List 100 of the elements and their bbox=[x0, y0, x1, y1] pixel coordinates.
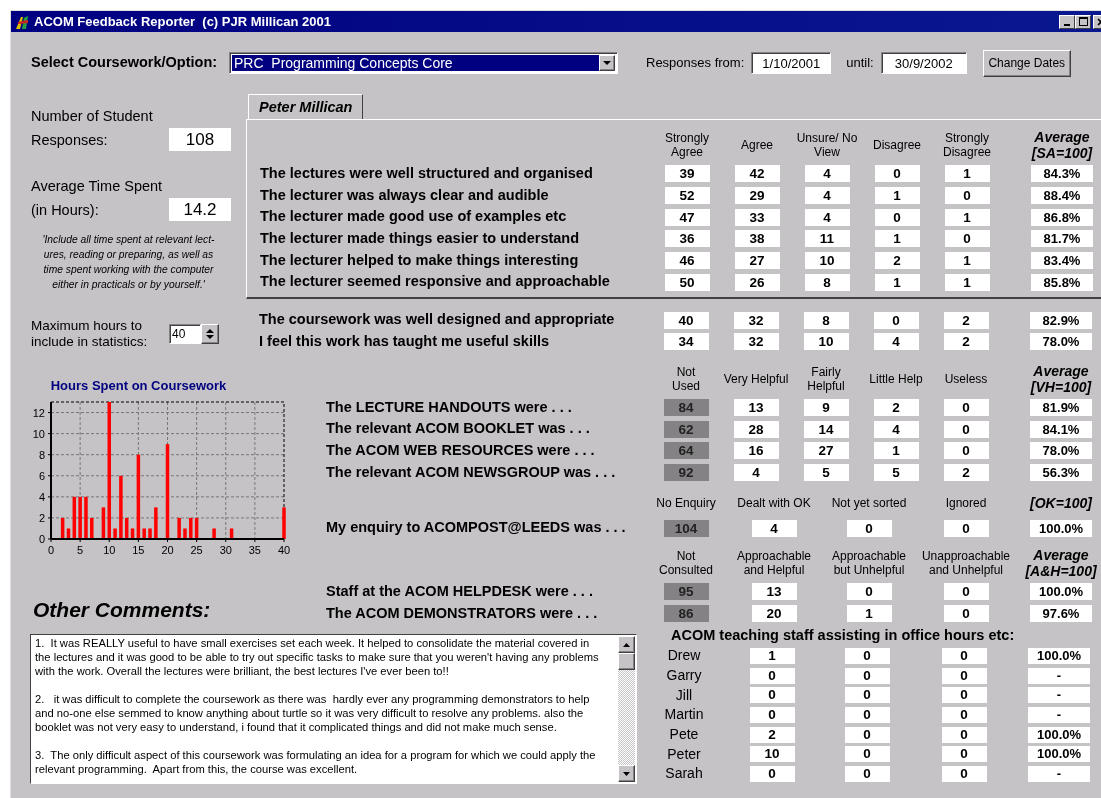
scrollbar[interactable] bbox=[618, 636, 635, 783]
staff-name: Peter bbox=[666, 744, 702, 764]
minimize-button[interactable] bbox=[1059, 14, 1075, 29]
column-header: Strongly Disagree bbox=[943, 131, 991, 159]
count-cell: 0 bbox=[941, 746, 987, 763]
count-cell: 9 bbox=[803, 398, 849, 416]
scroll-thumb[interactable] bbox=[618, 653, 635, 671]
count-cell: 46 bbox=[664, 252, 710, 270]
tick-label: 0 bbox=[38, 533, 45, 545]
count-cell: 42 bbox=[734, 165, 780, 183]
bar bbox=[212, 528, 216, 539]
count-cell: 5 bbox=[803, 463, 849, 481]
count-cell: 0 bbox=[844, 647, 890, 664]
count-cell: 1 bbox=[874, 187, 920, 205]
column-header: Useless bbox=[944, 371, 988, 386]
bar bbox=[282, 507, 286, 539]
count-cell: 34 bbox=[663, 333, 709, 351]
count-cell: 64 bbox=[663, 442, 709, 460]
column-header: Approachable but Unhelpful bbox=[831, 548, 907, 577]
count-cell: 1 bbox=[846, 605, 892, 622]
field-label: Responses from: bbox=[646, 54, 745, 73]
count-cell: 0 bbox=[874, 208, 920, 226]
average-cell: 82.9% bbox=[1030, 311, 1092, 329]
count-cell: 39 bbox=[664, 165, 710, 183]
tick-label: 4 bbox=[38, 490, 45, 503]
count-cell: 0 bbox=[941, 726, 987, 743]
count-cell: 2 bbox=[874, 252, 920, 270]
stat-value: 108 bbox=[169, 128, 231, 151]
maximize-icon bbox=[1078, 17, 1088, 26]
average-cell: - bbox=[1028, 687, 1090, 704]
bar bbox=[113, 528, 117, 539]
column-header: Fairly Helpful bbox=[807, 364, 845, 393]
count-cell: 2 bbox=[873, 398, 919, 416]
caret-icon bbox=[603, 60, 611, 66]
bar bbox=[154, 507, 158, 539]
scroll-up-button[interactable] bbox=[618, 636, 635, 654]
column-header: Not Used bbox=[672, 364, 700, 393]
date-field[interactable]: 30/9/2002 bbox=[880, 52, 967, 74]
change-dates-button[interactable]: Change Dates bbox=[982, 49, 1071, 77]
count-cell: 0 bbox=[844, 726, 890, 743]
up-down-icon bbox=[206, 328, 214, 340]
tab[interactable]: Peter Millican bbox=[248, 94, 364, 119]
count-cell: 0 bbox=[943, 398, 989, 416]
count-cell: 47 bbox=[664, 208, 710, 226]
average-cell: 81.7% bbox=[1031, 230, 1093, 248]
app-icon bbox=[14, 13, 30, 30]
course-dropdown[interactable]: PRC Programming Concepts Core bbox=[229, 52, 618, 74]
count-cell: 0 bbox=[749, 765, 795, 782]
column-header: Very Helpful bbox=[723, 371, 789, 386]
count-cell: 0 bbox=[943, 442, 989, 460]
staff-name: Jill bbox=[674, 685, 694, 705]
tick-label: 0 bbox=[47, 544, 55, 556]
window-title: ACOM Feedback Reporter (c) PJR Millican 2001 bbox=[34, 12, 331, 31]
count-cell: 86 bbox=[663, 605, 709, 622]
column-header: No Enquiry bbox=[656, 496, 716, 511]
count-cell: 0 bbox=[844, 746, 890, 763]
average-cell: 88.4% bbox=[1031, 187, 1093, 205]
column-header: Strongly Agree bbox=[665, 131, 709, 159]
average-cell: 86.8% bbox=[1031, 208, 1093, 226]
count-cell: 0 bbox=[944, 187, 990, 205]
count-cell: 84 bbox=[663, 398, 709, 416]
count-cell: 0 bbox=[944, 230, 990, 248]
column-header: Average [A&H=100] bbox=[1025, 546, 1097, 579]
count-cell: 104 bbox=[663, 519, 709, 537]
count-cell: 0 bbox=[844, 706, 890, 723]
chart-title: Hours Spent on Coursework bbox=[49, 378, 228, 394]
tick-label: 5 bbox=[77, 544, 84, 556]
count-cell: 0 bbox=[846, 583, 892, 601]
average-cell: 84.1% bbox=[1030, 420, 1092, 438]
staff-name: Drew bbox=[666, 646, 702, 666]
count-cell: 32 bbox=[733, 311, 779, 329]
date-field[interactable]: 1/10/2001 bbox=[751, 52, 832, 74]
scroll-down-button[interactable] bbox=[618, 765, 635, 783]
tick-label: 15 bbox=[132, 544, 145, 556]
count-cell: 5 bbox=[873, 463, 919, 481]
tick-label: 40 bbox=[277, 544, 291, 556]
average-cell: 100.0% bbox=[1028, 726, 1090, 743]
up-arrow-icon bbox=[623, 642, 630, 647]
field-label: Maximum hours to include in statistics: bbox=[31, 318, 149, 350]
statement-label: Staff at the ACOM HELPDESK were . . . bbox=[326, 581, 593, 601]
spin-button[interactable] bbox=[201, 324, 219, 344]
dropdown-button[interactable] bbox=[599, 55, 615, 71]
bar bbox=[90, 517, 94, 539]
count-cell: 27 bbox=[734, 252, 780, 270]
statement-label: The lecturer helped to make things interesting bbox=[260, 250, 580, 270]
average-cell: - bbox=[1028, 667, 1090, 684]
statement-label: The lecturer was always clear and audible bbox=[260, 185, 550, 205]
average-cell: 100.0% bbox=[1028, 647, 1090, 664]
average-cell: 83.4% bbox=[1031, 252, 1093, 270]
bar bbox=[183, 528, 187, 539]
section-heading: Other Comments: bbox=[33, 597, 212, 623]
count-cell: 1 bbox=[944, 208, 990, 226]
count-cell: 0 bbox=[943, 519, 989, 537]
count-cell: 1 bbox=[874, 230, 920, 248]
count-cell: 4 bbox=[751, 519, 797, 537]
maximize-button[interactable] bbox=[1075, 14, 1091, 29]
number-field[interactable]: 40 bbox=[169, 324, 201, 344]
statement-label: My enquiry to ACOMPOST@LEEDS was . . . bbox=[326, 518, 626, 538]
stat-label: Number of Student Responses: bbox=[31, 107, 153, 150]
count-cell: 4 bbox=[733, 463, 779, 481]
